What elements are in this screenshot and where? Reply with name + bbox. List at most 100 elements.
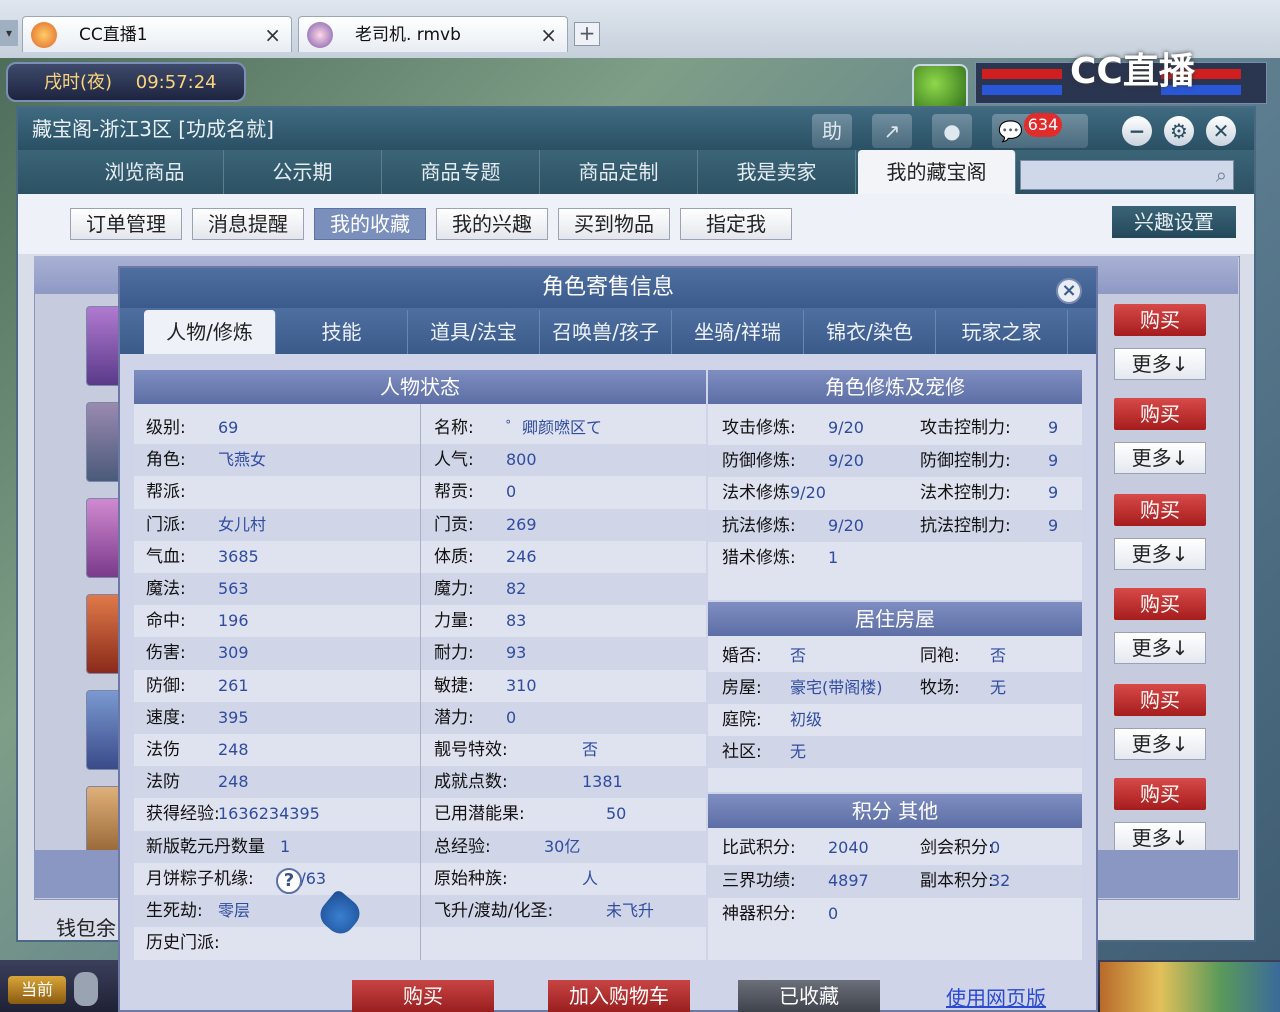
- subnav-assigned[interactable]: 指定我: [680, 208, 792, 240]
- pet-portrait[interactable]: [912, 64, 968, 112]
- status-label: 力量:: [434, 611, 474, 632]
- favorited-button[interactable]: 已收藏: [738, 980, 880, 1012]
- status-label: 体质:: [434, 546, 474, 567]
- row-label: 三界功绩:: [722, 871, 796, 891]
- tab-pets[interactable]: 召唤兽/孩子: [540, 310, 672, 354]
- nav-custom[interactable]: 商品定制: [540, 150, 698, 194]
- status-label: 敏捷:: [434, 675, 474, 696]
- table-row: 社区: 无: [708, 736, 1082, 768]
- buy-now-button[interactable]: 购买: [352, 980, 494, 1012]
- wallet-label: 钱包余: [56, 916, 116, 940]
- status-label: 法伤: [146, 740, 180, 760]
- current-channel-tag[interactable]: 当前: [8, 976, 66, 1004]
- buy-button[interactable]: 购买: [1114, 398, 1206, 430]
- buy-button[interactable]: 购买: [1114, 588, 1206, 620]
- subnav-orders[interactable]: 订单管理: [70, 208, 182, 240]
- status-value: 82: [506, 579, 527, 598]
- tab-outfits[interactable]: 锦衣/染色: [804, 310, 936, 354]
- status-label: 法防: [146, 772, 180, 793]
- close-window-button[interactable]: ✕: [1206, 116, 1236, 146]
- modal-close-button[interactable]: ×: [1056, 278, 1082, 304]
- status-label: 级别:: [146, 418, 186, 438]
- tab-home[interactable]: 玩家之家: [936, 310, 1068, 354]
- status-label: 帮派:: [146, 482, 186, 503]
- more-button[interactable]: 更多↓: [1114, 348, 1206, 380]
- buy-button[interactable]: 购买: [1114, 684, 1206, 716]
- tab-label: CC直播1: [79, 25, 148, 45]
- tab-mounts[interactable]: 坐骑/祥瑞: [672, 310, 804, 354]
- status-label: 角色:: [146, 450, 186, 471]
- status-label: 速度:: [146, 707, 186, 728]
- row-label: 法术修炼: [722, 483, 790, 503]
- subnav-messages[interactable]: 消息提醒: [192, 208, 304, 240]
- buy-button[interactable]: 购买: [1114, 304, 1206, 336]
- nav-my-cbg[interactable]: 我的藏宝阁: [858, 150, 1016, 194]
- more-button[interactable]: 更多↓: [1114, 442, 1206, 474]
- status-value: 563: [218, 579, 249, 598]
- status-value: 248: [218, 740, 249, 759]
- status-label: 气血:: [146, 546, 186, 567]
- tab-cc-live[interactable]: CC直播1 ×: [22, 16, 292, 52]
- status-value: 0: [506, 482, 517, 502]
- status-value: 248: [218, 772, 249, 792]
- status-value: 69: [218, 418, 239, 437]
- close-tab-icon[interactable]: ×: [540, 17, 557, 53]
- record-icon[interactable]: ●: [932, 114, 972, 148]
- row-value: 9/20: [828, 418, 864, 437]
- status-label: 耐力:: [434, 643, 474, 664]
- table-row: 攻击修炼: 9/20 攻击控制力: 9: [708, 412, 1082, 445]
- nav-browse[interactable]: 浏览商品: [66, 150, 224, 194]
- status-label: 门贡:: [434, 514, 474, 535]
- status-header: 人物状态: [134, 370, 706, 404]
- new-tab-button[interactable]: +: [574, 22, 600, 46]
- row-label: 剑会积分:: [920, 838, 994, 858]
- row-value: 4897: [828, 871, 869, 890]
- cultivation-header: 角色修炼及宠修: [708, 370, 1082, 404]
- subnav-purchased[interactable]: 买到物品: [558, 208, 670, 240]
- tab-character[interactable]: 人物/修炼: [144, 310, 276, 354]
- interest-settings-button[interactable]: 兴趣设置: [1112, 206, 1236, 238]
- status-value: 30亿: [544, 836, 581, 856]
- row-label: 庭院:: [722, 710, 762, 730]
- add-to-cart-button[interactable]: 加入购物车: [548, 980, 690, 1012]
- clock-time: 09:57:24: [135, 72, 217, 93]
- buy-button[interactable]: 购买: [1114, 494, 1206, 526]
- more-button[interactable]: 更多↓: [1114, 632, 1206, 664]
- help-icon[interactable]: 助: [812, 114, 852, 148]
- buy-button[interactable]: 购买: [1114, 778, 1206, 810]
- share-icon[interactable]: ↗: [872, 114, 912, 148]
- mic-icon[interactable]: [74, 972, 98, 1006]
- tab-items[interactable]: 道具/法宝: [408, 310, 540, 354]
- nav-topics[interactable]: 商品专题: [382, 150, 540, 194]
- search-input[interactable]: ⌕: [1020, 160, 1234, 190]
- close-tab-icon[interactable]: ×: [264, 17, 281, 53]
- status-panel: 人物状态 级别: 69 名称: ゜卿颜嘫区て 角色: 飞燕女 人气: 800 帮派: 帮贡: 0 门派…: [134, 370, 706, 960]
- status-label: 飞升/渡劫/化圣:: [434, 901, 554, 921]
- table-row: 房屋: 豪宅(带阁楼) 牧场: 无: [708, 672, 1082, 704]
- row-value: 9/20: [790, 483, 826, 502]
- tab-scroll-arrow[interactable]: ▾: [0, 20, 18, 46]
- search-icon[interactable]: ⌕: [1216, 163, 1227, 187]
- web-version-link[interactable]: 使用网页版: [946, 982, 1046, 1011]
- table-row: 三界功绩: 4897 副本积分: 32: [708, 865, 1082, 898]
- subnav-interests[interactable]: 我的兴趣: [436, 208, 548, 240]
- game-shortcut-icons[interactable]: [1100, 962, 1280, 1012]
- status-label: 成就点数:: [434, 772, 508, 793]
- nav-public[interactable]: 公示期: [224, 150, 382, 194]
- status-value: 93: [506, 643, 527, 663]
- tab-video[interactable]: 老司机. rmvb ×: [298, 16, 568, 52]
- settings-gear-icon[interactable]: ⚙: [1164, 116, 1194, 146]
- more-button[interactable]: 更多↓: [1114, 728, 1206, 760]
- status-value: 1381: [582, 772, 623, 792]
- row-value: 9/20: [828, 515, 864, 535]
- points-panel: 积分 其他 比武积分: 2040 剑会积分: 0 三界功绩: 4897 副本积分: 32 神器积…: [708, 794, 1082, 960]
- help-icon[interactable]: ?: [276, 868, 302, 894]
- nav-seller[interactable]: 我是卖家: [698, 150, 856, 194]
- minimize-button[interactable]: −: [1122, 116, 1152, 146]
- status-value: 309: [218, 643, 249, 663]
- status-value: 0: [506, 707, 517, 727]
- subnav-favorites[interactable]: 我的收藏: [314, 208, 426, 240]
- row-label: 防御修炼:: [722, 450, 796, 471]
- tab-skills[interactable]: 技能: [276, 310, 408, 354]
- more-button[interactable]: 更多↓: [1114, 538, 1206, 570]
